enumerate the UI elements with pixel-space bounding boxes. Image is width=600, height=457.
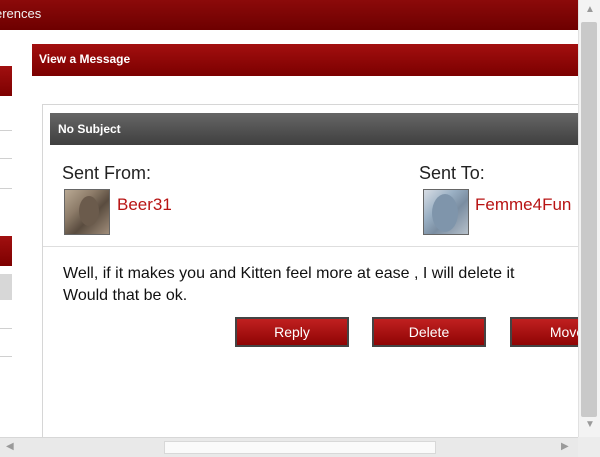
horizontal-scrollbar[interactable]: ◀ ▶	[0, 437, 578, 457]
delete-button[interactable]: Delete	[372, 317, 486, 347]
message-divider	[43, 246, 579, 247]
message-body-line: Would that be ok.	[63, 287, 188, 304]
scroll-right-arrow-icon[interactable]: ▶	[561, 442, 569, 452]
main-content: View a Message No Subject Sent From: Bee…	[32, 30, 600, 444]
sidebar-section-header	[0, 236, 12, 266]
scroll-up-arrow-icon[interactable]: ▲	[585, 5, 595, 15]
sidebar-section-header	[0, 66, 12, 96]
sent-from-label: Sent From:	[62, 163, 152, 183]
scrollbar-corner	[578, 437, 600, 457]
view-message-header: View a Message	[32, 44, 578, 76]
message-body-line: Well, if it makes you and Kitten feel mo…	[63, 265, 515, 282]
sidebar-divider	[0, 328, 12, 329]
message-subject: No Subject	[50, 113, 579, 145]
sidebar-item-selected[interactable]	[0, 274, 12, 300]
message-panel: No Subject Sent From: Beer31 Sent To: Fe…	[42, 104, 600, 444]
nav-preferences-link[interactable]: erences	[0, 6, 41, 21]
recipient-avatar[interactable]	[423, 189, 469, 235]
reply-button[interactable]: Reply	[235, 317, 349, 347]
sent-to-label: Sent To:	[419, 163, 485, 183]
vertical-scroll-thumb[interactable]	[581, 22, 597, 417]
horizontal-scroll-thumb[interactable]	[164, 441, 436, 454]
sidebar-divider	[0, 188, 12, 189]
message-body: Well, if it makes you and Kitten feel mo…	[63, 263, 583, 307]
vertical-scrollbar[interactable]: ▲ ▼	[578, 0, 600, 437]
sender-avatar[interactable]	[64, 189, 110, 235]
left-sidebar	[0, 30, 12, 440]
avatar-figure	[432, 194, 458, 232]
scroll-left-arrow-icon[interactable]: ◀	[6, 442, 14, 452]
sidebar-divider	[0, 158, 12, 159]
avatar-figure	[79, 196, 99, 226]
sender-username-link[interactable]: Beer31	[117, 195, 172, 215]
recipient-username-link[interactable]: Femme4Fun	[475, 195, 571, 215]
top-nav-bar: erences	[0, 0, 578, 30]
scroll-down-arrow-icon[interactable]: ▼	[585, 420, 595, 430]
sidebar-divider	[0, 130, 12, 131]
sidebar-divider	[0, 356, 12, 357]
